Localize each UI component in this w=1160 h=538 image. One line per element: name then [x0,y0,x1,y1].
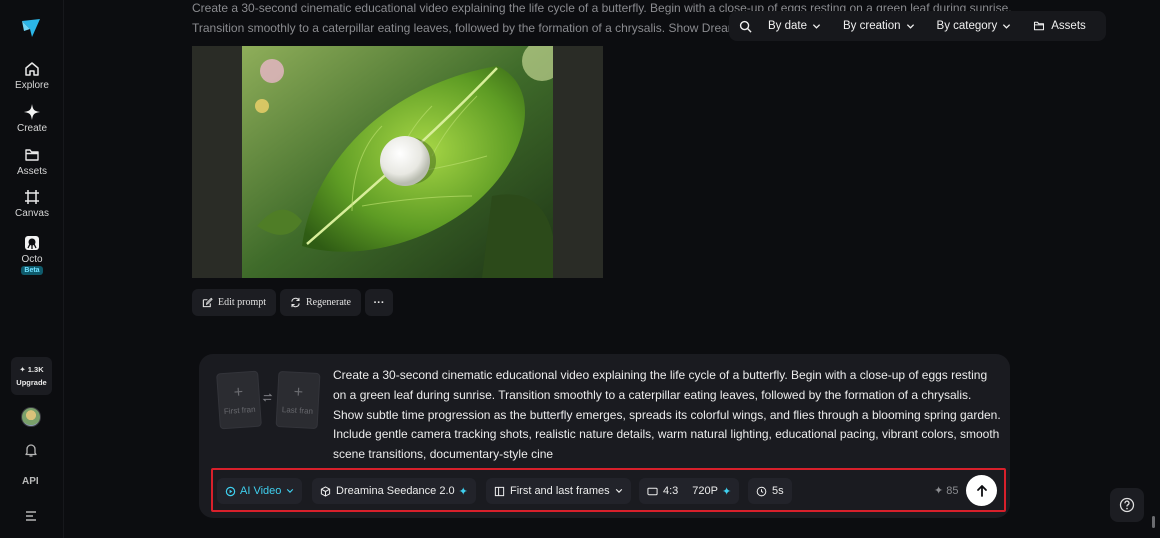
sidebar-item-label: Canvas [15,208,49,219]
ratio-label: 4:3 [663,485,679,497]
sidebar-item-label: Assets [16,166,47,177]
generation-settings-toolbar: AI Video Dreamina Seedance 2.0 ✦ First a… [211,468,1006,512]
scrollbar-handle[interactable] [1152,516,1155,528]
app-root: Explore Create Assets Canvas Octo Beta ✦… [0,0,1160,538]
cube-icon [320,485,331,497]
edit-prompt-button[interactable]: Edit prompt [192,289,276,316]
filter-label: By date [768,20,807,32]
sparkle-icon: ✦ [722,485,732,498]
preview-image [242,46,553,278]
mode-label: AI Video [240,485,282,497]
arrow-up-icon [976,484,987,497]
avatar[interactable] [21,407,41,427]
filter-bar: By date By creation By category Assets [729,11,1106,41]
ratio-resolution-select[interactable]: 4:3 720P ✦ [639,478,740,504]
home-icon [25,62,39,76]
sidebar: Explore Create Assets Canvas Octo Beta ✦… [0,0,64,538]
mode-select[interactable]: AI Video [217,478,303,504]
more-options-button[interactable]: ··· [365,289,393,316]
filter-label: By category [936,20,998,32]
regenerate-button[interactable]: Regenerate [280,289,361,316]
bell-icon[interactable] [23,442,39,458]
frames-mode-label: First and last frames [510,485,610,497]
resolution-label: 720P [692,485,718,497]
prompt-input[interactable]: Create a 30-second cinematic educational… [333,366,1001,465]
refresh-icon [291,297,300,308]
submit-button[interactable] [966,475,997,506]
ai-video-icon [225,486,236,496]
sidebar-item-octo[interactable]: Octo Beta [6,235,58,279]
folder-icon [25,149,39,161]
sparkle-icon: ✦ [934,485,944,497]
model-select[interactable]: Dreamina Seedance 2.0 ✦ [312,478,476,504]
sidebar-item-label: Octo [21,254,43,265]
upgrade-label: Upgrade [16,378,47,387]
duration-select[interactable]: 5s [748,478,792,504]
chevron-down-icon [812,23,821,29]
first-frame-upload[interactable]: + First fran [216,370,262,430]
last-frame-upload[interactable]: + Last fran [275,370,321,430]
plus-icon: + [293,383,304,401]
filter-by-category[interactable]: By category [937,20,1012,32]
frames-icon [494,486,505,496]
sidebar-item-label: Create [16,123,47,134]
first-frame-label: First fran [223,404,256,416]
sidebar-item-label: Explore [15,80,49,91]
beta-badge: Beta [21,266,43,275]
chevron-down-icon [906,23,914,29]
octo-icon [25,236,39,250]
sidebar-item-explore[interactable]: Explore [6,61,58,99]
model-label: Dreamina Seedance 2.0 [336,485,455,497]
plus-icon: + [233,383,244,401]
filter-label: Assets [1051,20,1086,32]
filter-label: By creation [843,20,901,32]
canvas-icon [25,190,39,204]
help-icon [1119,497,1135,513]
chevron-down-icon [615,489,622,493]
assets-filter-button[interactable]: Assets [1033,20,1086,32]
folder-icon [1034,21,1045,31]
generation-cost: ✦ 85 [934,484,959,498]
aspect-ratio-icon [647,487,658,495]
duration-label: 5s [772,485,784,497]
filter-by-creation[interactable]: By creation [843,20,915,32]
generated-preview[interactable] [192,46,603,278]
last-frame-label: Last fran [281,404,314,416]
cost-value: 85 [946,484,959,497]
credits-count: ✦ 1.3K [19,365,44,374]
sparkle-icon [24,104,40,120]
more-icon: ··· [373,296,385,309]
button-label: Edit prompt [217,297,267,308]
sidebar-item-create[interactable]: Create [6,104,58,142]
sidebar-item-assets[interactable]: Assets [6,147,58,185]
help-button[interactable] [1110,488,1144,522]
filter-by-date[interactable]: By date [768,20,821,32]
edit-icon [202,297,213,308]
credits-value: 1.3K [27,365,44,374]
sparkle-icon: ✦ [458,485,468,498]
clock-icon [756,486,767,496]
sidebar-item-canvas[interactable]: Canvas [6,189,58,227]
menu-icon[interactable] [23,508,39,524]
frames-mode-select[interactable]: First and last frames [486,478,631,504]
swap-icon[interactable] [262,392,273,403]
api-link[interactable]: API [22,476,39,487]
app-logo-icon[interactable] [20,17,42,39]
button-label: Regenerate [306,297,351,308]
chevron-down-icon [1003,23,1011,29]
upgrade-button[interactable]: ✦ 1.3K Upgrade [11,357,52,395]
chevron-down-icon [287,489,294,493]
search-icon[interactable] [739,20,752,33]
